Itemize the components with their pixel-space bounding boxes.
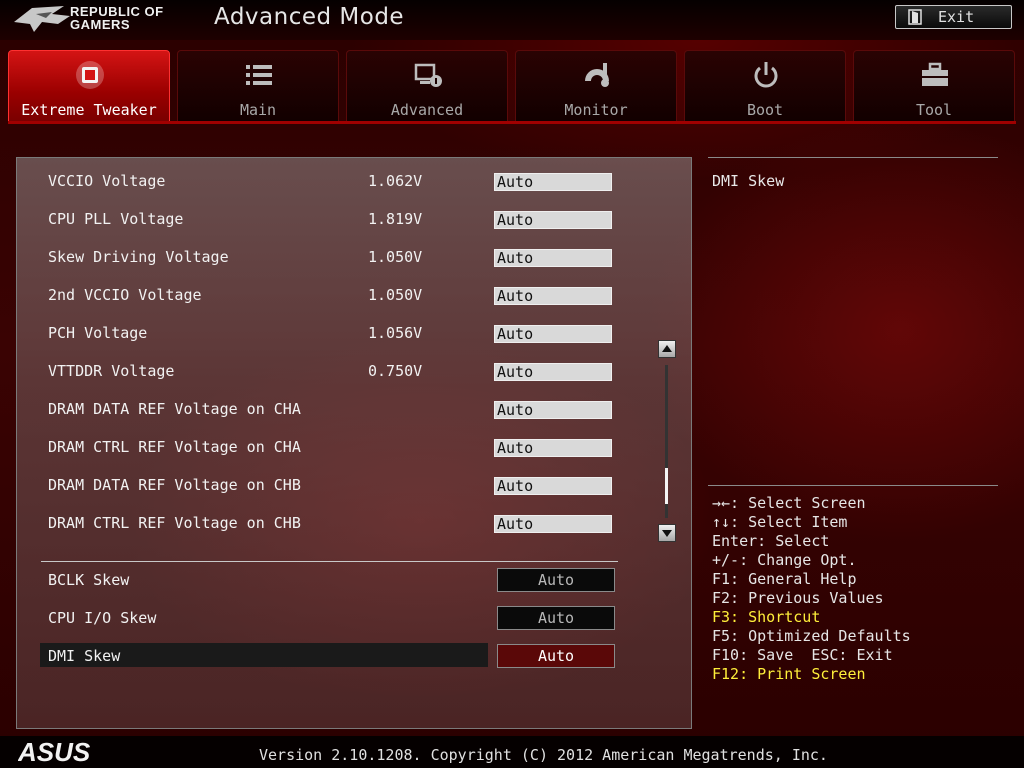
setting-row[interactable]: VCCIO Voltage 1.062V Auto <box>17 167 657 197</box>
setting-row[interactable]: DRAM DATA REF Voltage on CHA Auto <box>17 395 657 425</box>
help-divider-top <box>708 157 998 158</box>
setting-name: DRAM CTRL REF Voltage on CHB <box>48 514 301 532</box>
setting-value: 1.050V <box>368 248 423 266</box>
key-hint: +/-: Change Opt. <box>712 551 857 569</box>
setting-name: DRAM CTRL REF Voltage on CHA <box>48 438 301 456</box>
help-divider-bottom <box>708 485 998 486</box>
tab-label: Boot <box>746 101 784 119</box>
setting-value: 1.056V <box>368 324 423 342</box>
key-hint: ↑↓: Select Item <box>712 513 848 531</box>
key-hint: F1: General Help <box>712 570 857 588</box>
voltage-input[interactable]: Auto <box>494 477 612 495</box>
brand-text: REPUBLIC OF GAMERS <box>70 5 164 31</box>
voltage-input[interactable]: Auto <box>494 325 612 343</box>
setting-name: CPU PLL Voltage <box>48 210 184 228</box>
setting-value: 1.050V <box>368 286 423 304</box>
scroll-down-button[interactable] <box>658 524 676 542</box>
skew-row-selected[interactable]: DMI Skew Auto <box>17 642 657 672</box>
setting-row[interactable]: CPU PLL Voltage 1.819V Auto <box>17 205 657 235</box>
cpu-io-skew-select[interactable]: Auto <box>497 606 615 630</box>
tab-monitor[interactable]: Monitor <box>515 50 677 122</box>
bclk-skew-select[interactable]: Auto <box>497 568 615 592</box>
setting-row[interactable]: DRAM CTRL REF Voltage on CHA Auto <box>17 433 657 463</box>
tab-tool[interactable]: Tool <box>853 50 1015 122</box>
setting-row[interactable]: 2nd VCCIO Voltage 1.050V Auto <box>17 281 657 311</box>
voltage-input[interactable]: Auto <box>494 401 612 419</box>
setting-value: 0.750V <box>368 362 423 380</box>
settings-panel: VCCIO Voltage 1.062V Auto CPU PLL Voltag… <box>16 157 692 729</box>
key-hint: Enter: Select <box>712 532 830 550</box>
svg-text:ASUS: ASUS <box>18 740 91 764</box>
arrow-down-icon <box>662 530 672 537</box>
voltage-input[interactable]: Auto <box>494 173 612 191</box>
gauge-icon <box>585 63 609 87</box>
setting-row[interactable]: PCH Voltage 1.056V Auto <box>17 319 657 349</box>
voltage-input[interactable]: Auto <box>494 249 612 267</box>
setting-name: Skew Driving Voltage <box>48 248 229 266</box>
tab-label: Extreme Tweaker <box>21 101 157 119</box>
setting-name: VTTDDR Voltage <box>48 362 175 380</box>
tab-boot[interactable]: Boot <box>684 50 846 122</box>
exit-door-icon <box>908 9 922 25</box>
shortcut-link[interactable]: F3: Shortcut <box>712 608 911 627</box>
settings-monitor-icon <box>414 63 442 87</box>
setting-row[interactable]: DRAM DATA REF Voltage on CHB Auto <box>17 471 657 501</box>
cpu-chip-icon <box>76 61 104 89</box>
brand-line2: GAMERS <box>70 17 131 32</box>
exit-label: Exit <box>938 8 975 26</box>
setting-row[interactable]: VTTDDR Voltage 0.750V Auto <box>17 357 657 387</box>
setting-name: VCCIO Voltage <box>48 172 166 190</box>
setting-row[interactable]: DRAM CTRL REF Voltage on CHB Auto <box>17 509 657 539</box>
power-icon <box>754 62 778 88</box>
key-hint: →←: Select Screen <box>712 494 866 512</box>
mode-title: Advanced Mode <box>214 4 405 30</box>
version-text: Version 2.10.1208. Copyright (C) 2012 Am… <box>259 746 828 764</box>
setting-row[interactable]: Skew Driving Voltage 1.050V Auto <box>17 243 657 273</box>
tab-main[interactable]: Main <box>177 50 339 122</box>
key-hint: F5: Optimized Defaults <box>712 627 911 645</box>
voltage-input[interactable]: Auto <box>494 211 612 229</box>
tab-label: Main <box>239 101 277 119</box>
top-bar: REPUBLIC OF GAMERS Advanced Mode Exit <box>0 0 1024 40</box>
tab-extreme-tweaker[interactable]: Extreme Tweaker <box>8 50 170 122</box>
section-divider <box>41 561 618 562</box>
setting-name: DRAM DATA REF Voltage on CHB <box>48 476 301 494</box>
arrow-up-icon <box>662 345 672 352</box>
key-hint: F10: Save ESC: Exit <box>712 646 893 664</box>
voltage-input[interactable]: Auto <box>494 515 612 533</box>
setting-value: 1.819V <box>368 210 423 228</box>
tab-label: Advanced <box>390 101 464 119</box>
key-hint: F2: Previous Values <box>712 589 884 607</box>
scroll-up-button[interactable] <box>658 340 676 358</box>
setting-name: BCLK Skew <box>48 571 130 589</box>
skew-row[interactable]: CPU I/O Skew Auto <box>17 604 657 634</box>
voltage-input[interactable]: Auto <box>494 363 612 381</box>
scrollbar-thumb[interactable] <box>665 468 668 504</box>
setting-name: DRAM DATA REF Voltage on CHA <box>48 400 301 418</box>
tab-underline <box>8 121 1016 124</box>
list-icon <box>246 65 272 85</box>
key-legend: →←: Select Screen ↑↓: Select Item Enter:… <box>712 494 911 684</box>
toolbox-icon <box>922 62 948 86</box>
tab-advanced[interactable]: Advanced <box>346 50 508 122</box>
tab-label: Monitor <box>564 101 628 119</box>
skew-row[interactable]: BCLK Skew Auto <box>17 566 657 596</box>
exit-button[interactable]: Exit <box>895 5 1012 29</box>
setting-name: DMI Skew <box>48 647 121 665</box>
help-title: DMI Skew <box>712 172 785 190</box>
voltage-input[interactable]: Auto <box>494 439 612 457</box>
asus-logo-icon: ASUS <box>18 740 91 764</box>
dmi-skew-select[interactable]: Auto <box>497 644 615 668</box>
setting-name: CPU I/O Skew <box>48 609 157 627</box>
tab-label: Tool <box>915 101 953 119</box>
voltage-input[interactable]: Auto <box>494 287 612 305</box>
setting-name: 2nd VCCIO Voltage <box>48 286 202 304</box>
setting-value: 1.062V <box>368 172 423 190</box>
setting-name: PCH Voltage <box>48 324 148 342</box>
print-screen-link[interactable]: F12: Print Screen <box>712 665 911 684</box>
